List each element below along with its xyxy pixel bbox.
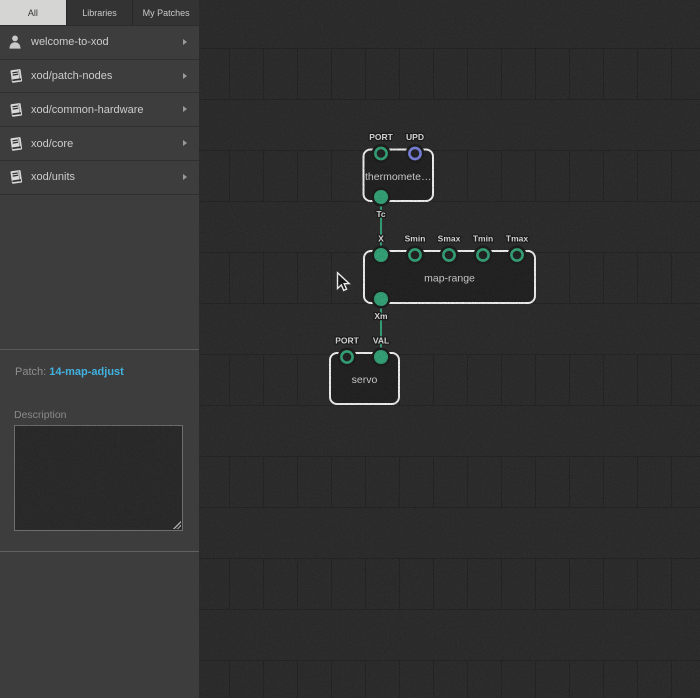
svg-text:thermomete…: thermomete… [365,171,432,183]
svg-text:Tmax: Tmax [506,234,528,244]
svg-text:Tmin: Tmin [473,234,493,244]
svg-text:Xm: Xm [374,311,388,321]
svg-text:Tc: Tc [376,209,386,219]
svg-text:PORT: PORT [369,132,393,142]
svg-text:X: X [378,234,384,244]
svg-text:UPD: UPD [406,132,424,142]
svg-text:VAL: VAL [373,336,389,346]
svg-text:PORT: PORT [335,336,359,346]
svg-text:Smin: Smin [405,234,426,244]
svg-text:map-range: map-range [424,273,475,285]
svg-text:Smax: Smax [438,234,461,244]
svg-text:servo: servo [352,374,378,386]
